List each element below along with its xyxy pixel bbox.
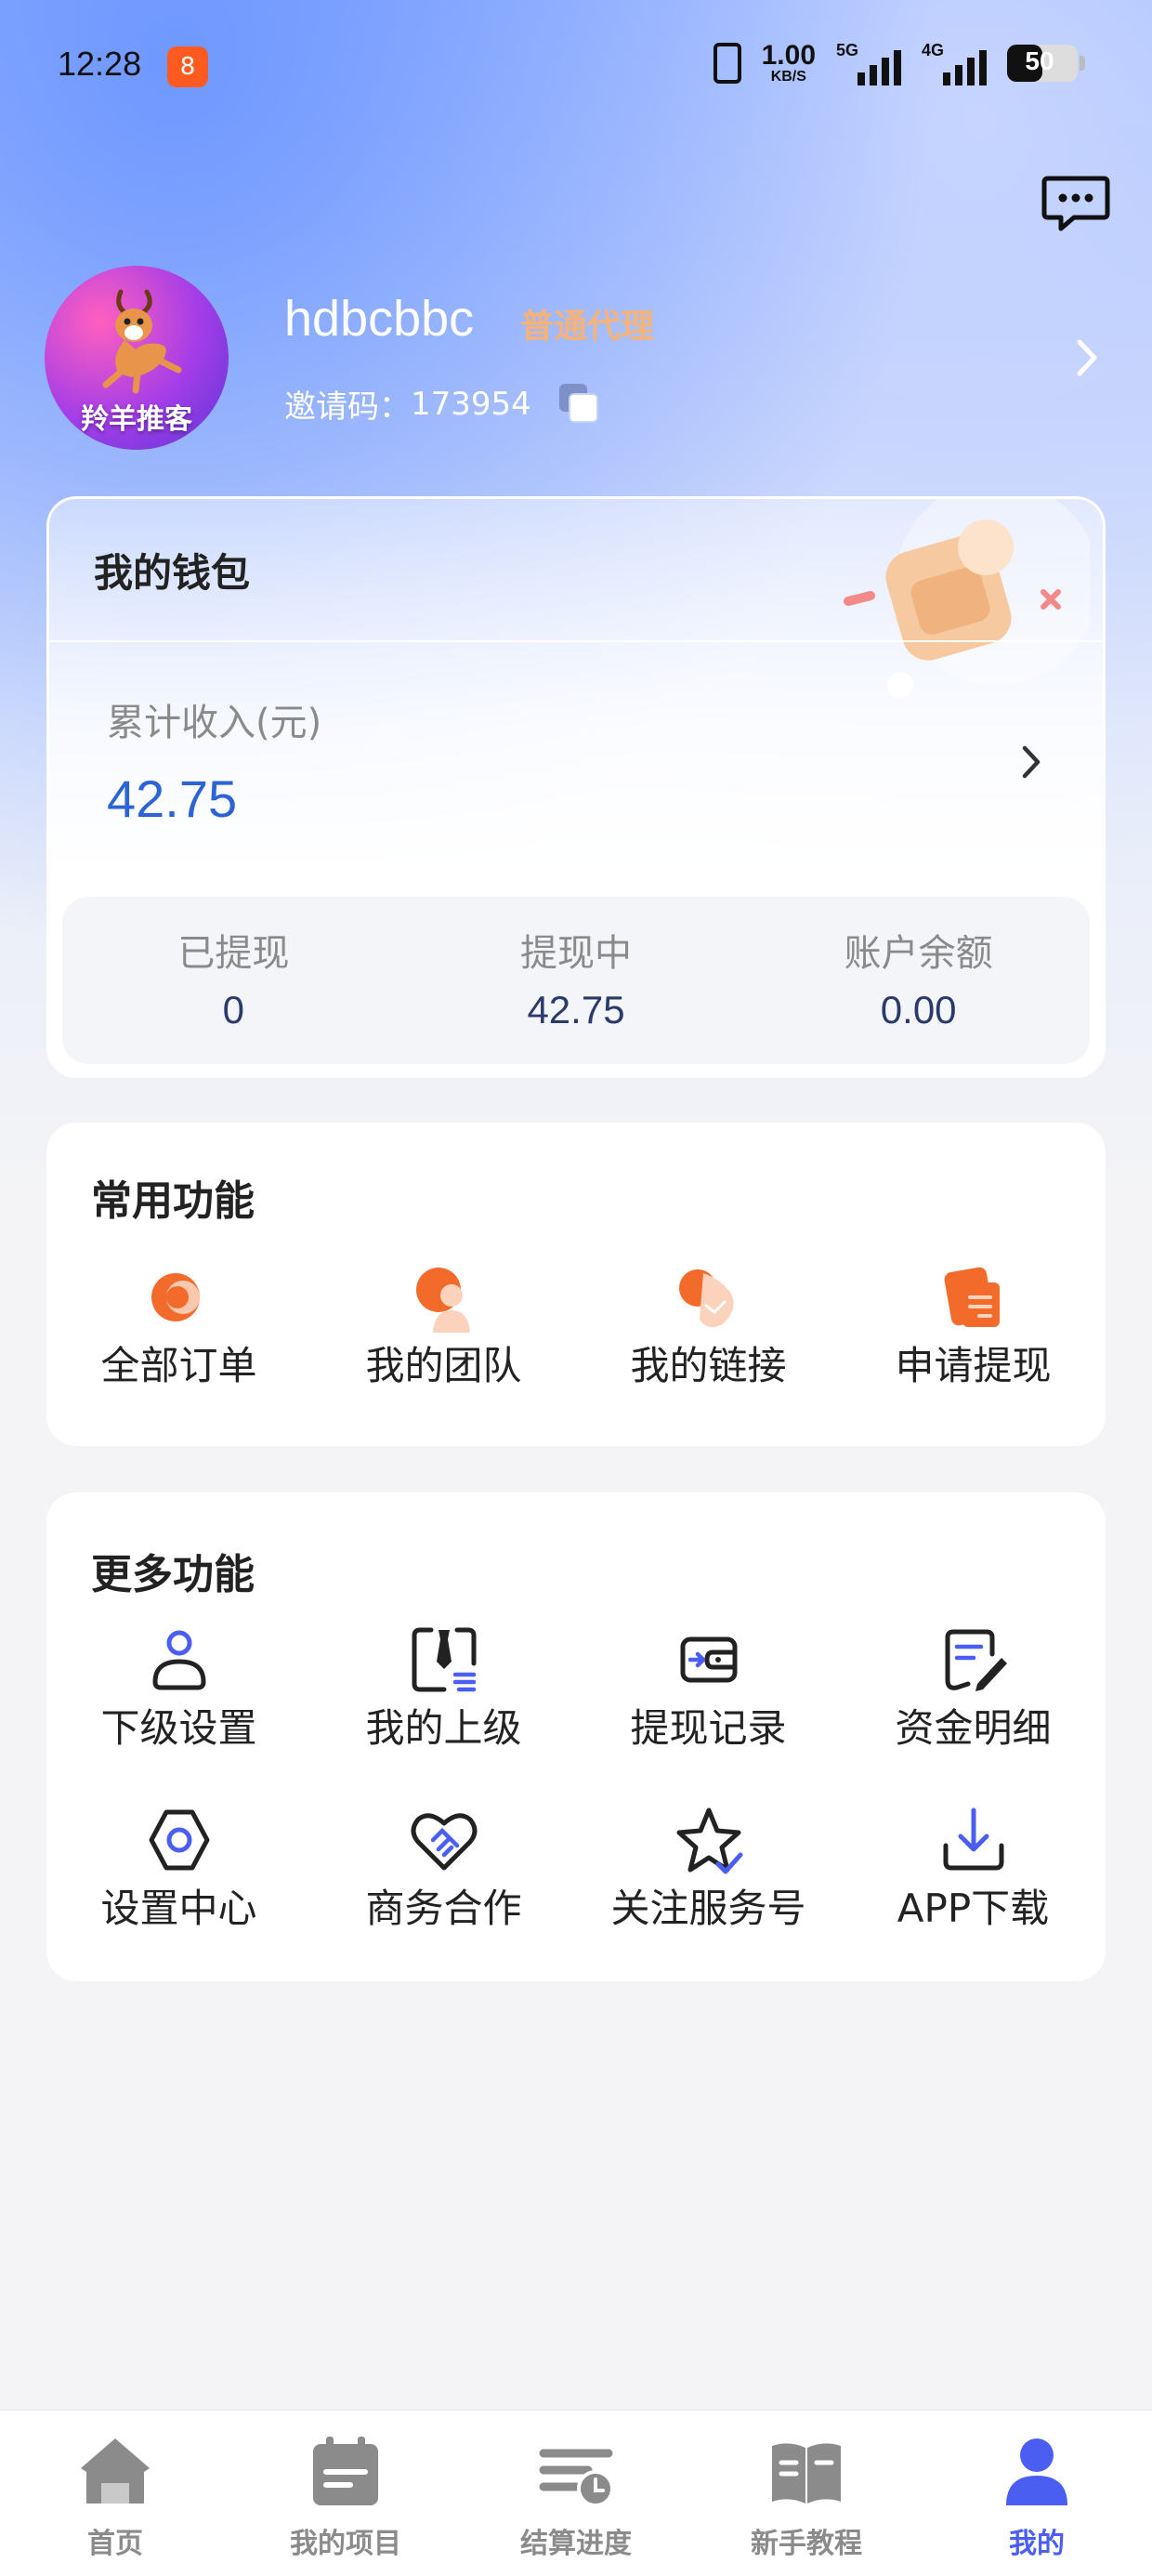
function-fund-details-label: 资金明细 — [895, 1705, 1052, 1751]
tab-tutorial[interactable]: 新手教程 — [691, 2411, 922, 2576]
signal-5g-icon: 5G — [836, 41, 901, 85]
function-follow-service-account[interactable]: 关注服务号 — [576, 1803, 841, 1934]
status-bar: 12:28 8 1.00 KB/S 5G 4G 50 — [0, 0, 1152, 130]
stat-withdrawing-label: 提现中 — [520, 932, 632, 975]
team-icon — [415, 1268, 470, 1333]
common-functions-card: 常用功能 全部订单 我的团队 我的链接 申请提现 — [46, 1123, 1106, 1446]
deer-logo-icon — [102, 289, 182, 394]
function-withdraw-records-label: 提现记录 — [630, 1705, 787, 1751]
orders-icon — [151, 1273, 200, 1321]
username: hdbcbbc — [284, 291, 475, 347]
star-check-icon — [676, 1807, 742, 1874]
function-all-orders-label: 全部订单 — [100, 1343, 257, 1388]
function-settings-center-label: 设置中心 — [100, 1886, 257, 1931]
wallet-stats: 已提现 0 提现中 42.75 账户余额 0.00 — [62, 897, 1090, 1064]
stat-balance-value: 0.00 — [880, 988, 957, 1032]
profile-chevron-right-icon[interactable] — [1068, 335, 1106, 381]
function-follow-service-account-label: 关注服务号 — [610, 1886, 806, 1931]
function-subordinate-settings[interactable]: 下级设置 — [46, 1623, 311, 1754]
function-settings-center[interactable]: 设置中心 — [46, 1803, 311, 1934]
notification-app-icon: 8 — [167, 46, 208, 87]
wallet-chevron-right-icon[interactable] — [1012, 739, 1049, 785]
function-business-cooperation[interactable]: 商务合作 — [311, 1803, 576, 1934]
document-edit-icon — [945, 1629, 1007, 1691]
wallet-card: 我的钱包 累计收入(元) 42.75 已提现 0 提现中 42.75 账户余额 … — [46, 496, 1106, 1078]
home-icon — [81, 2438, 150, 2504]
tab-my-projects[interactable]: 我的项目 — [230, 2411, 461, 2576]
network-speed-unit: KB/S — [770, 69, 806, 85]
invite-code-row: 邀请码： 173954 — [284, 381, 600, 427]
more-functions-title: 更多功能 — [91, 1551, 255, 1598]
total-income-label: 累计收入(元) — [107, 702, 322, 744]
tab-tutorial-label: 新手教程 — [751, 2528, 862, 2560]
function-app-download-label: APP下载 — [897, 1886, 1050, 1931]
stat-balance-label: 账户余额 — [844, 932, 993, 975]
network-speed: 1.00 KB/S — [762, 42, 816, 85]
function-business-cooperation-label: 商务合作 — [365, 1886, 522, 1931]
tab-my-projects-label: 我的项目 — [290, 2528, 401, 2560]
more-functions-card: 更多功能 下级设置 我的上级 提现记录 资金明细 设置中心 商务合作 关注服务号… — [46, 1492, 1106, 1981]
profile-icon — [1006, 2438, 1067, 2505]
agent-level-badge: 普通代理 — [520, 308, 655, 346]
link-icon — [678, 1269, 734, 1328]
avatar-brand-text: 羚羊推客 — [81, 403, 192, 436]
copy-icon[interactable] — [558, 383, 600, 425]
stat-withdrawing-value: 42.75 — [527, 988, 625, 1032]
signal-5g-label: 5G — [836, 41, 859, 59]
tab-mine[interactable]: 我的 — [922, 2411, 1152, 2576]
stat-balance[interactable]: 账户余额 0.00 — [747, 897, 1090, 1064]
user-icon — [151, 1630, 206, 1690]
function-withdraw-records[interactable]: 提现记录 — [576, 1623, 841, 1754]
function-my-links-label: 我的链接 — [630, 1343, 787, 1388]
signal-4g-icon: 4G — [922, 41, 987, 85]
wallet-record-icon — [680, 1636, 737, 1683]
handshake-heart-icon — [411, 1813, 477, 1871]
function-fund-details[interactable]: 资金明细 — [841, 1623, 1106, 1754]
battery-level: 50 — [1025, 46, 1054, 75]
customer-service-chat-icon[interactable] — [1041, 173, 1111, 234]
function-subordinate-settings-label: 下级设置 — [100, 1705, 257, 1751]
withdraw-icon — [944, 1267, 1000, 1327]
tutorial-book-icon — [772, 2443, 841, 2504]
stat-withdrawn-value: 0 — [222, 988, 245, 1032]
download-icon — [943, 1807, 1003, 1871]
tab-settlement-progress-label: 结算进度 — [520, 2528, 632, 2560]
function-my-superior[interactable]: 我的上级 — [311, 1623, 576, 1754]
projects-icon — [313, 2437, 378, 2505]
tab-mine-label: 我的 — [1009, 2528, 1065, 2560]
tab-settlement-progress[interactable]: 结算进度 — [461, 2411, 691, 2576]
wallet-title: 我的钱包 — [94, 550, 251, 596]
common-functions-title: 常用功能 — [91, 1177, 255, 1225]
superior-icon — [412, 1627, 476, 1692]
function-app-download[interactable]: APP下载 — [841, 1803, 1106, 1934]
invite-code-value: 173954 — [411, 385, 531, 423]
wallet-illustration-icon — [844, 499, 1090, 698]
function-my-team-label: 我的团队 — [365, 1343, 522, 1388]
network-speed-value: 1.00 — [761, 40, 816, 71]
signal-4g-label: 4G — [922, 41, 945, 59]
battery-icon: 50 — [1007, 45, 1085, 82]
stat-withdrawn[interactable]: 已提现 0 — [62, 897, 405, 1064]
status-icons: 1.00 KB/S 5G 4G 50 — [713, 41, 1085, 85]
function-apply-withdraw[interactable]: 申请提现 — [841, 1260, 1106, 1391]
settlement-icon — [539, 2449, 614, 2507]
stat-withdrawing[interactable]: 提现中 42.75 — [405, 897, 748, 1064]
hexagon-settings-icon — [149, 1809, 209, 1871]
function-my-team[interactable]: 我的团队 — [311, 1260, 576, 1391]
bottom-tab-bar: 首页 我的项目 结算进度 新手教程 我的 — [0, 2409, 1152, 2576]
wallet-divider — [49, 640, 1103, 642]
avatar[interactable]: 羚羊推客 — [45, 266, 229, 450]
tab-home-label: 首页 — [87, 2528, 143, 2560]
invite-code-label: 邀请码： — [284, 388, 411, 426]
function-my-links[interactable]: 我的链接 — [576, 1260, 841, 1391]
total-income-value: 42.75 — [107, 769, 238, 828]
function-my-superior-label: 我的上级 — [365, 1705, 522, 1751]
function-all-orders[interactable]: 全部订单 — [46, 1260, 311, 1391]
tab-home[interactable]: 首页 — [0, 2411, 230, 2576]
vibrate-icon — [713, 43, 741, 84]
status-time: 12:28 — [58, 45, 142, 83]
stat-withdrawn-label: 已提现 — [177, 932, 290, 975]
function-apply-withdraw-label: 申请提现 — [895, 1343, 1052, 1388]
